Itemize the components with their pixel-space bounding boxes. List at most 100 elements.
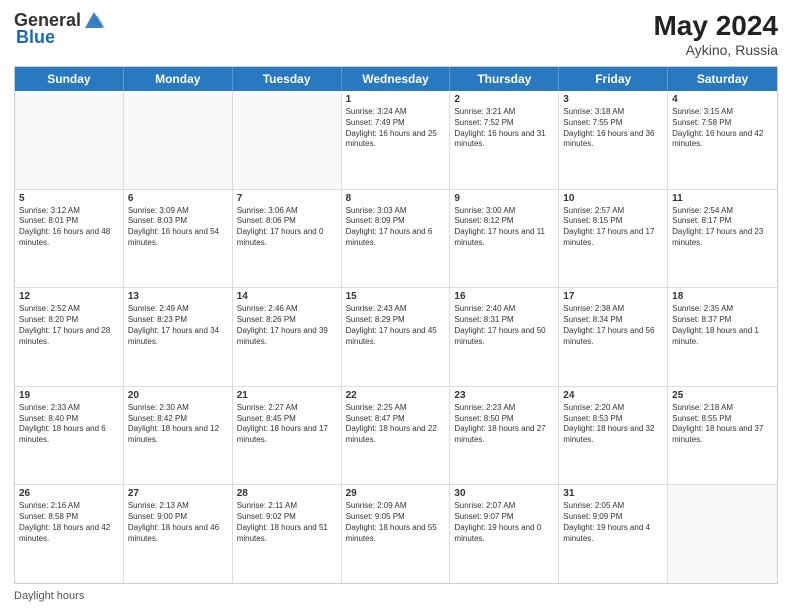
sunset-text: Sunset: 8:37 PM <box>672 315 773 326</box>
daylight-text: Daylight: 16 hours and 36 minutes. <box>563 129 663 151</box>
daylight-text: Daylight: 17 hours and 45 minutes. <box>346 326 446 348</box>
day-cell-30: 30Sunrise: 2:07 AMSunset: 9:07 PMDayligh… <box>450 485 559 583</box>
day-cell-17: 17Sunrise: 2:38 AMSunset: 8:34 PMDayligh… <box>559 288 668 386</box>
sunset-text: Sunset: 8:31 PM <box>454 315 554 326</box>
empty-cell <box>15 91 124 189</box>
day-number: 4 <box>672 94 773 105</box>
sunset-text: Sunset: 8:47 PM <box>346 414 446 425</box>
day-cell-16: 16Sunrise: 2:40 AMSunset: 8:31 PMDayligh… <box>450 288 559 386</box>
day-cell-24: 24Sunrise: 2:20 AMSunset: 8:53 PMDayligh… <box>559 387 668 485</box>
day-number: 8 <box>346 193 446 204</box>
empty-cell <box>668 485 777 583</box>
sunrise-text: Sunrise: 2:13 AM <box>128 501 228 512</box>
day-number: 22 <box>346 390 446 401</box>
daylight-text: Daylight: 18 hours and 46 minutes. <box>128 523 228 545</box>
day-number: 16 <box>454 291 554 302</box>
day-cell-23: 23Sunrise: 2:23 AMSunset: 8:50 PMDayligh… <box>450 387 559 485</box>
sunrise-text: Sunrise: 2:52 AM <box>19 304 119 315</box>
footer: Daylight hours <box>14 590 778 602</box>
day-header-sunday: Sunday <box>15 67 124 91</box>
sunset-text: Sunset: 9:05 PM <box>346 512 446 523</box>
day-cell-21: 21Sunrise: 2:27 AMSunset: 8:45 PMDayligh… <box>233 387 342 485</box>
title-block: May 2024 Aykino, Russia <box>653 10 778 58</box>
day-cell-20: 20Sunrise: 2:30 AMSunset: 8:42 PMDayligh… <box>124 387 233 485</box>
calendar-week-1: 1Sunrise: 3:24 AMSunset: 7:49 PMDaylight… <box>15 91 777 190</box>
day-cell-8: 8Sunrise: 3:03 AMSunset: 8:09 PMDaylight… <box>342 190 451 288</box>
sunrise-text: Sunrise: 2:30 AM <box>128 403 228 414</box>
day-number: 17 <box>563 291 663 302</box>
calendar-header: SundayMondayTuesdayWednesdayThursdayFrid… <box>15 67 777 91</box>
sunset-text: Sunset: 8:26 PM <box>237 315 337 326</box>
sunrise-text: Sunrise: 2:23 AM <box>454 403 554 414</box>
day-number: 24 <box>563 390 663 401</box>
daylight-text: Daylight: 17 hours and 23 minutes. <box>672 227 773 249</box>
sunrise-text: Sunrise: 3:21 AM <box>454 107 554 118</box>
logo-blue-text: Blue <box>16 28 55 48</box>
day-number: 14 <box>237 291 337 302</box>
sunrise-text: Sunrise: 3:18 AM <box>563 107 663 118</box>
day-number: 25 <box>672 390 773 401</box>
sunrise-text: Sunrise: 2:40 AM <box>454 304 554 315</box>
daylight-text: Daylight: 18 hours and 12 minutes. <box>128 424 228 446</box>
sunset-text: Sunset: 8:58 PM <box>19 512 119 523</box>
sunset-text: Sunset: 8:15 PM <box>563 216 663 227</box>
day-cell-11: 11Sunrise: 2:54 AMSunset: 8:17 PMDayligh… <box>668 190 777 288</box>
empty-cell <box>233 91 342 189</box>
sunrise-text: Sunrise: 2:16 AM <box>19 501 119 512</box>
daylight-text: Daylight: 17 hours and 11 minutes. <box>454 227 554 249</box>
day-header-saturday: Saturday <box>668 67 777 91</box>
sunrise-text: Sunrise: 2:11 AM <box>237 501 337 512</box>
day-header-thursday: Thursday <box>450 67 559 91</box>
day-cell-15: 15Sunrise: 2:43 AMSunset: 8:29 PMDayligh… <box>342 288 451 386</box>
sunrise-text: Sunrise: 2:35 AM <box>672 304 773 315</box>
day-number: 20 <box>128 390 228 401</box>
sunset-text: Sunset: 9:09 PM <box>563 512 663 523</box>
daylight-text: Daylight: 18 hours and 42 minutes. <box>19 523 119 545</box>
day-cell-19: 19Sunrise: 2:33 AMSunset: 8:40 PMDayligh… <box>15 387 124 485</box>
sunrise-text: Sunrise: 2:33 AM <box>19 403 119 414</box>
sunset-text: Sunset: 8:03 PM <box>128 216 228 227</box>
sunrise-text: Sunrise: 3:09 AM <box>128 206 228 217</box>
daylight-text: Daylight: 16 hours and 54 minutes. <box>128 227 228 249</box>
day-cell-12: 12Sunrise: 2:52 AMSunset: 8:20 PMDayligh… <box>15 288 124 386</box>
day-cell-2: 2Sunrise: 3:21 AMSunset: 7:52 PMDaylight… <box>450 91 559 189</box>
sunrise-text: Sunrise: 2:38 AM <box>563 304 663 315</box>
sunset-text: Sunset: 8:53 PM <box>563 414 663 425</box>
sunset-text: Sunset: 8:50 PM <box>454 414 554 425</box>
day-cell-3: 3 Sunrise: 3:18 AMSunset: 7:55 PMDaylight… <box>559 91 668 189</box>
day-cell-9: 9Sunrise: 3:00 AMSunset: 8:12 PMDaylight… <box>450 190 559 288</box>
day-cell-5: 5Sunrise: 3:12 AMSunset: 8:01 PMDaylight… <box>15 190 124 288</box>
day-number: 27 <box>128 488 228 499</box>
sunset-text: Sunset: 8:29 PM <box>346 315 446 326</box>
day-number: 11 <box>672 193 773 204</box>
day-header-tuesday: Tuesday <box>233 67 342 91</box>
sunrise-text: Sunrise: 2:18 AM <box>672 403 773 414</box>
day-cell-1: 1Sunrise: 3:24 AMSunset: 7:49 PMDaylight… <box>342 91 451 189</box>
daylight-text: Daylight: 18 hours and 51 minutes. <box>237 523 337 545</box>
daylight-text: Daylight: 17 hours and 56 minutes. <box>563 326 663 348</box>
calendar-body: 1Sunrise: 3:24 AMSunset: 7:49 PMDaylight… <box>15 91 777 583</box>
sunrise-text: Sunrise: 2:49 AM <box>128 304 228 315</box>
day-cell-31: 31Sunrise: 2:05 AMSunset: 9:09 PMDayligh… <box>559 485 668 583</box>
day-number: 3 <box>563 94 663 105</box>
sunset-text: Sunset: 9:00 PM <box>128 512 228 523</box>
day-header-wednesday: Wednesday <box>342 67 451 91</box>
daylight-text: Daylight: 16 hours and 25 minutes. <box>346 129 446 151</box>
sunrise-text: Sunrise: 2:46 AM <box>237 304 337 315</box>
day-number: 26 <box>19 488 119 499</box>
day-number: 10 <box>563 193 663 204</box>
sunset-text: Sunset: 8:17 PM <box>672 216 773 227</box>
sunset-text: Sunset: 8:55 PM <box>672 414 773 425</box>
day-cell-4: 4Sunrise: 3:15 AMSunset: 7:58 PMDaylight… <box>668 91 777 189</box>
day-cell-28: 28Sunrise: 2:11 AMSunset: 9:02 PMDayligh… <box>233 485 342 583</box>
sunset-text: Sunset: 7:55 PM <box>563 118 663 129</box>
daylight-text: Daylight: 19 hours and 0 minutes. <box>454 523 554 545</box>
sunset-text: Sunset: 9:02 PM <box>237 512 337 523</box>
daylight-text: Daylight: 18 hours and 27 minutes. <box>454 424 554 446</box>
day-number: 6 <box>128 193 228 204</box>
daylight-text: Daylight: 18 hours and 1 minute. <box>672 326 773 348</box>
location: Aykino, Russia <box>653 42 778 58</box>
daylight-text: Daylight: 18 hours and 6 minutes. <box>19 424 119 446</box>
day-number: 29 <box>346 488 446 499</box>
day-number: 13 <box>128 291 228 302</box>
